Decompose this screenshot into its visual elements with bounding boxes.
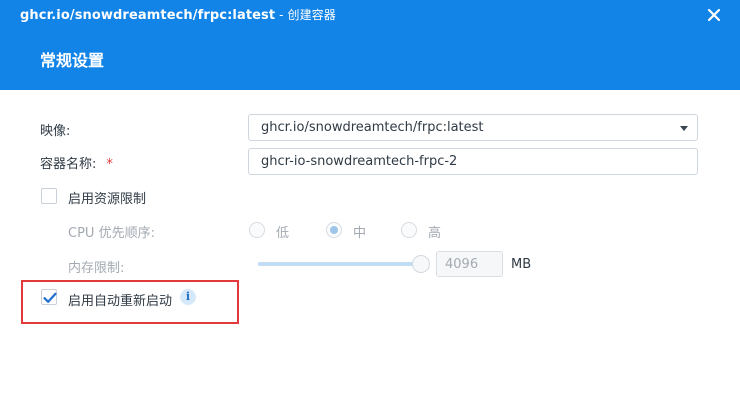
memory-limit-label: 内存限制: [68, 261, 125, 276]
memory-value: 4096 [445, 257, 479, 272]
container-name-label: 容器名称: * [40, 153, 113, 172]
window-title: ghcr.io/snowdreamtech/frpc:latest - 创建容器 [20, 6, 336, 23]
resource-limit-label: 启用资源限制 [68, 192, 147, 207]
container-name-label-text: 容器名称: [40, 157, 97, 172]
image-select-value: ghcr.io/snowdreamtech/frpc:latest [261, 120, 484, 135]
memory-slider-track[interactable] [258, 262, 421, 266]
memory-value-input[interactable]: 4096 [436, 251, 503, 277]
memory-slider-thumb[interactable] [412, 255, 430, 273]
required-mark: * [106, 157, 113, 172]
caret-down-icon [680, 126, 688, 131]
image-label: 映像: [40, 124, 71, 139]
cpu-priority-high-radio[interactable] [401, 222, 417, 238]
close-button[interactable] [704, 5, 724, 25]
cpu-priority-medium-label: 中 [353, 226, 367, 241]
window-title-suffix: - 创建容器 [275, 8, 336, 22]
image-select[interactable]: ghcr.io/snowdreamtech/frpc:latest [248, 114, 698, 141]
cpu-priority-label: CPU 优先顺序: [68, 226, 155, 241]
dialog-header: ghcr.io/snowdreamtech/frpc:latest - 创建容器… [0, 0, 740, 90]
cpu-priority-low-radio[interactable] [249, 222, 265, 238]
cpu-priority-high-label: 高 [428, 226, 442, 241]
close-icon [707, 8, 721, 22]
container-name-value: ghcr-io-snowdreamtech-frpc-2 [261, 154, 458, 169]
highlight-box [21, 280, 239, 324]
memory-unit: MB [511, 257, 532, 272]
resource-limit-checkbox[interactable] [41, 188, 57, 204]
cpu-priority-medium-radio[interactable] [326, 222, 342, 238]
cpu-priority-low-label: 低 [276, 226, 290, 241]
container-name-input[interactable]: ghcr-io-snowdreamtech-frpc-2 [248, 148, 698, 175]
window-title-image: ghcr.io/snowdreamtech/frpc:latest [20, 8, 276, 23]
section-title: 常规设置 [40, 51, 105, 70]
